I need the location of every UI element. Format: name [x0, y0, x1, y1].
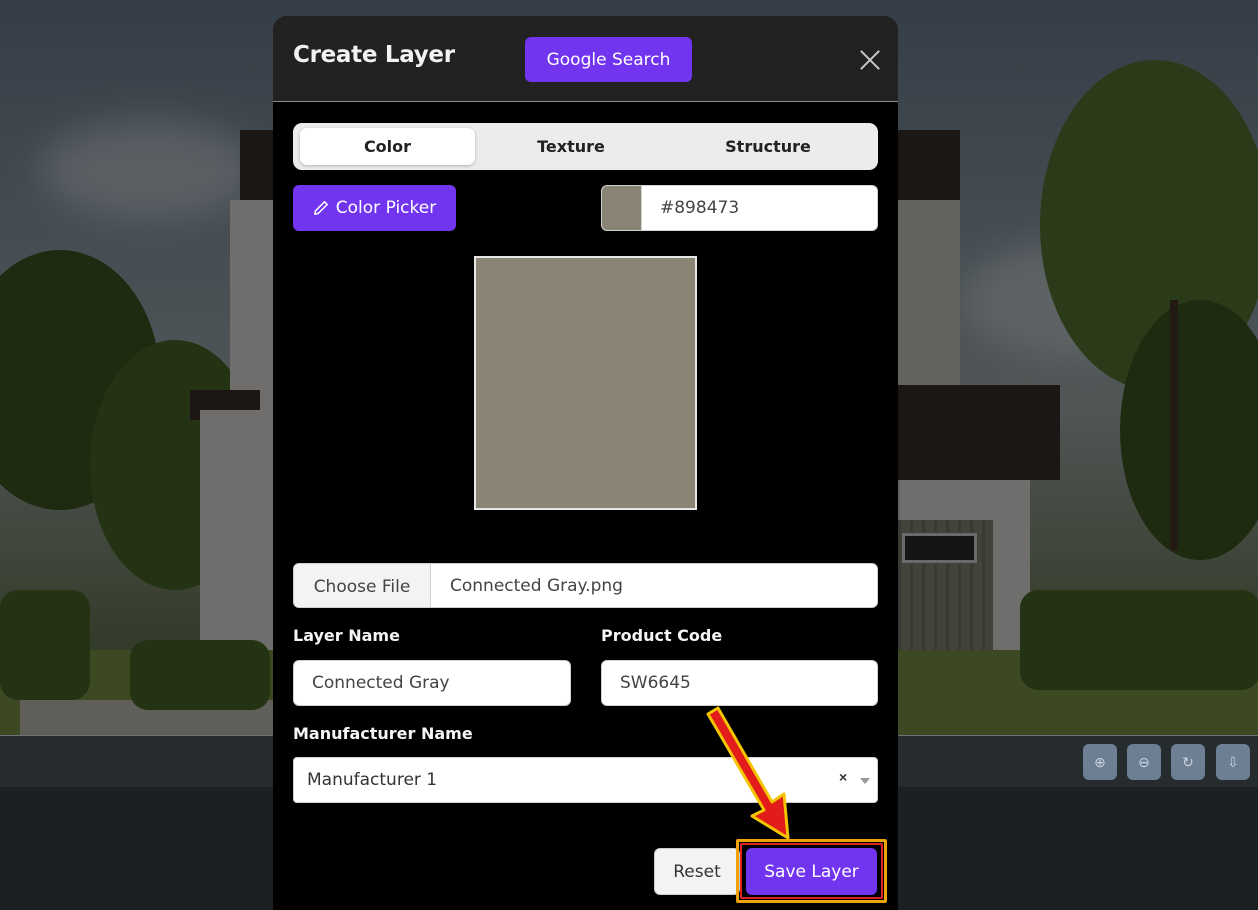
- color-picker-label: Color Picker: [335, 198, 437, 218]
- save-layer-button[interactable]: Save Layer: [746, 848, 877, 895]
- product-code-input[interactable]: [601, 660, 878, 706]
- tab-structure[interactable]: Structure: [678, 128, 858, 165]
- color-picker-button[interactable]: Color Picker: [293, 185, 456, 231]
- color-preview: [474, 256, 697, 510]
- create-layer-modal: Create Layer Google Search Color Texture…: [273, 16, 898, 910]
- manufacturer-selected-value: Manufacturer 1: [307, 770, 438, 790]
- chevron-down-icon[interactable]: [860, 778, 870, 784]
- clear-selection-icon[interactable]: ×: [839, 769, 847, 785]
- modal-title: Create Layer: [293, 42, 455, 68]
- manufacturer-select[interactable]: Manufacturer 1 ×: [293, 757, 878, 803]
- layer-type-tabs: Color Texture Structure: [293, 123, 878, 170]
- close-icon[interactable]: [856, 46, 884, 74]
- color-swatch[interactable]: [602, 186, 642, 230]
- tab-texture[interactable]: Texture: [485, 128, 657, 165]
- manufacturer-name-label: Manufacturer Name: [293, 724, 473, 743]
- zoom-out-icon[interactable]: ⊖: [1127, 744, 1161, 780]
- hex-input[interactable]: [660, 186, 870, 230]
- download-icon[interactable]: ⇩: [1216, 744, 1250, 780]
- file-name: Connected Gray.png: [450, 576, 623, 596]
- pencil-icon: [313, 201, 328, 215]
- layer-name-input[interactable]: [293, 660, 571, 706]
- zoom-in-icon[interactable]: ⊕: [1083, 744, 1117, 780]
- layer-name-label: Layer Name: [293, 626, 400, 645]
- tab-color[interactable]: Color: [300, 128, 475, 165]
- reset-button[interactable]: Reset: [654, 848, 740, 895]
- file-upload-field[interactable]: Choose File Connected Gray.png: [293, 563, 878, 608]
- google-search-button[interactable]: Google Search: [525, 37, 692, 82]
- hex-color-field: [601, 185, 878, 231]
- modal-header: Create Layer Google Search: [273, 16, 898, 102]
- product-code-label: Product Code: [601, 626, 723, 645]
- reset-view-icon[interactable]: ↻: [1171, 744, 1205, 780]
- choose-file-button[interactable]: Choose File: [294, 564, 431, 607]
